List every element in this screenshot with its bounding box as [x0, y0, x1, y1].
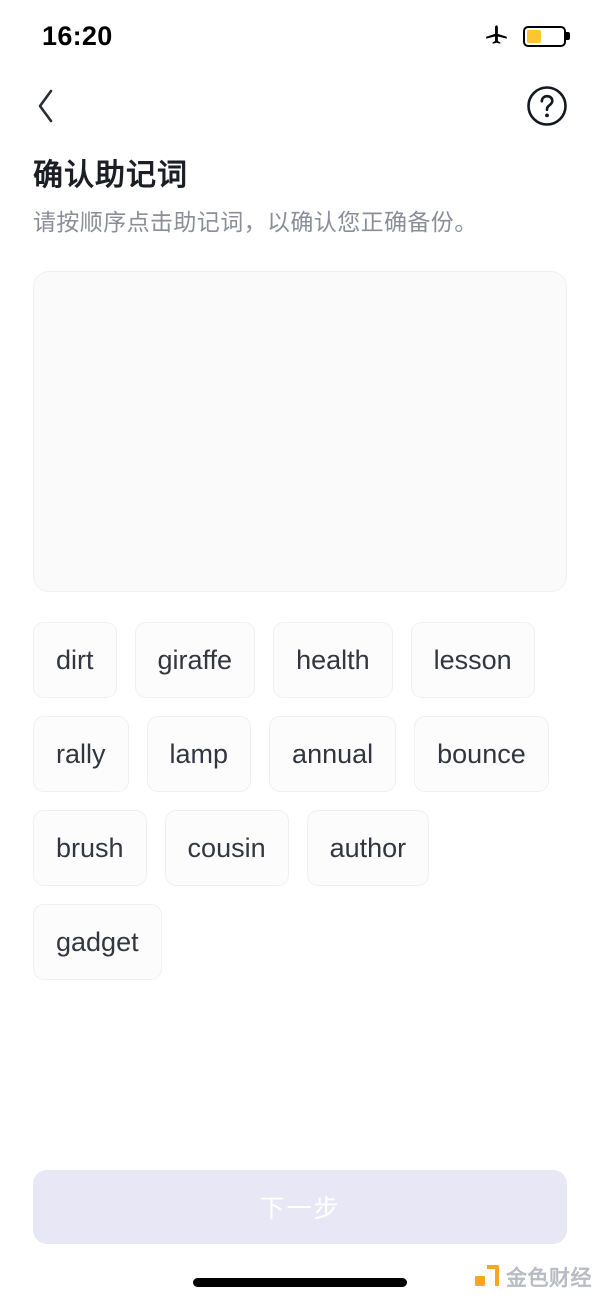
word-chip[interactable]: bounce [414, 716, 549, 792]
next-button[interactable]: 下一步 [33, 1170, 567, 1244]
word-chip[interactable]: gadget [33, 904, 162, 980]
status-bar: 16:20 [0, 0, 600, 72]
word-chip[interactable]: rally [33, 716, 129, 792]
watermark-text: 金色财经 [506, 1267, 592, 1290]
jinse-logo-icon [475, 1265, 499, 1289]
help-button[interactable] [524, 84, 570, 130]
status-time: 16:20 [42, 20, 113, 51]
back-button[interactable] [20, 81, 72, 133]
question-circle-icon [526, 85, 568, 130]
word-chip[interactable]: author [306, 810, 430, 886]
app-screen: 16:20 确认助记词 请按顺序点击助记词，以确认您正确备份。 dirt gir… [0, 0, 600, 1299]
word-chip[interactable]: brush [33, 810, 147, 886]
word-chip[interactable]: health [273, 622, 393, 698]
word-chip[interactable]: giraffe [134, 622, 256, 698]
word-chip[interactable]: dirt [33, 622, 117, 698]
word-chip[interactable]: lamp [146, 716, 252, 792]
watermark: 金色财经 [475, 1262, 592, 1292]
word-chip[interactable]: lesson [410, 622, 535, 698]
page-title: 确认助记词 [33, 159, 188, 192]
heading-block: 确认助记词 请按顺序点击助记词，以确认您正确备份。 [33, 158, 567, 238]
word-chip[interactable]: annual [269, 716, 397, 792]
page-subtitle: 请按顺序点击助记词，以确认您正确备份。 [33, 209, 478, 235]
status-indicators [484, 21, 566, 52]
word-pool: dirt giraffe health lesson rally lamp annual bo… [33, 622, 567, 980]
chevron-left-icon [34, 87, 58, 128]
home-indicator [193, 1278, 407, 1287]
battery-low-icon [523, 25, 566, 47]
word-chip[interactable]: cousin [164, 810, 289, 886]
selected-words-area[interactable] [33, 271, 567, 592]
airplane-mode-icon [484, 21, 510, 52]
navigation-bar [0, 72, 600, 142]
